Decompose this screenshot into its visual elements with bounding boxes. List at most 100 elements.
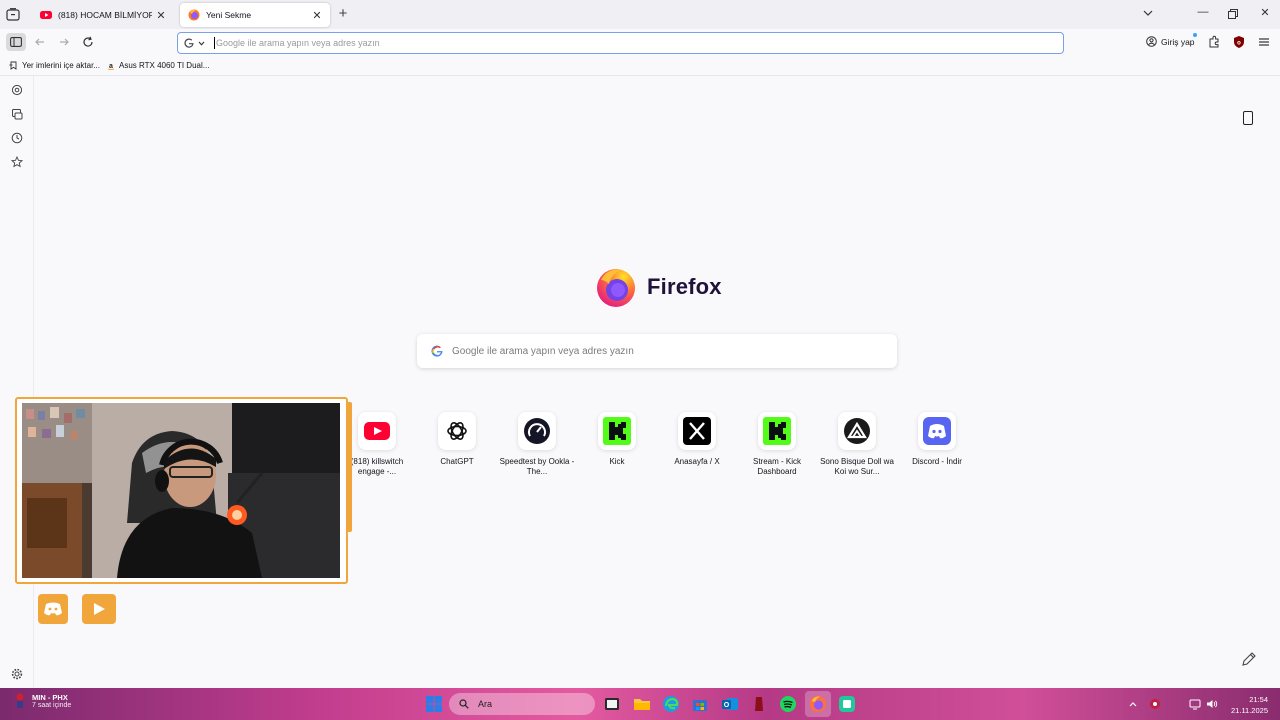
shortcut-tile[interactable]: Anasayfa / X: [657, 412, 737, 467]
ublock-shield-icon[interactable]: o: [1232, 35, 1246, 49]
nav-bar: Giriş yap o: [0, 29, 1280, 56]
webcam-feed: [22, 403, 340, 578]
taskbar-clock[interactable]: 21:54 21.11.2025: [1226, 694, 1268, 716]
spotify-icon[interactable]: [779, 695, 797, 713]
extensions-icon[interactable]: [1207, 35, 1221, 49]
sidebar-toggle-button[interactable]: [6, 33, 26, 51]
discord-icon: [38, 594, 68, 624]
tab-new-tab[interactable]: Yeni Sekme ✕: [180, 3, 330, 27]
tab-list-icon[interactable]: [6, 8, 20, 21]
anime-icon: [844, 418, 870, 444]
task-view-icon[interactable]: [603, 695, 621, 713]
google-icon: [184, 38, 194, 48]
shortcut-label: ChatGPT: [440, 457, 474, 466]
amazon-icon: a: [107, 63, 115, 70]
import-icon: [9, 61, 17, 70]
widget-subtitle: 7 saat içinde: [32, 702, 72, 709]
kick-icon: [763, 417, 791, 445]
chevron-up-icon[interactable]: [1127, 698, 1139, 710]
app-red-icon[interactable]: [750, 695, 768, 713]
shortcut-tile[interactable]: Speedtest by Ookla - The...: [497, 412, 577, 477]
firefox-icon: [188, 9, 200, 21]
text-cursor: [214, 37, 215, 49]
chatgpt-icon: [447, 422, 467, 440]
taskbar-search[interactable]: Ara: [449, 693, 595, 715]
forward-button[interactable]: [56, 34, 72, 50]
network-icon[interactable]: [1189, 698, 1201, 710]
shortcut-tile[interactable]: Discord - İndir: [897, 412, 977, 467]
bookmarks-star-icon[interactable]: [11, 156, 23, 168]
mobile-icon[interactable]: [1243, 111, 1253, 125]
x-icon: [683, 417, 711, 445]
volume-icon[interactable]: [1206, 698, 1218, 710]
firefox-logo: Firefox: [595, 266, 722, 308]
new-tab-button[interactable]: +: [336, 5, 350, 22]
url-bar[interactable]: [177, 32, 1064, 54]
firefox-icon: [597, 269, 635, 307]
svg-text:a: a: [109, 63, 113, 70]
windows-start-icon[interactable]: [425, 695, 443, 713]
file-explorer-icon[interactable]: [633, 695, 651, 713]
bookmark-label: Yer imlerini içe aktar...: [22, 61, 100, 70]
menu-icon[interactable]: [1257, 35, 1271, 49]
synced-tabs-icon[interactable]: [11, 108, 23, 120]
edge-icon[interactable]: [662, 695, 680, 713]
search-icon: [459, 699, 469, 709]
firefox-icon[interactable]: [809, 695, 827, 713]
chevron-down-icon[interactable]: [1142, 7, 1154, 19]
pencil-icon[interactable]: [1240, 650, 1258, 668]
newtab-search[interactable]: Google ile arama yapın veya adres yazın: [417, 334, 897, 368]
taskbar-widget[interactable]: MIN - PHX 7 saat içinde: [14, 693, 71, 709]
webcam-accent: [346, 402, 352, 532]
notification-dot: [1193, 33, 1197, 37]
shortcut-tile[interactable]: Kick: [577, 412, 657, 467]
bookmarks-bar: Yer imlerini içe aktar... a Asus RTX 406…: [0, 56, 1280, 76]
close-icon[interactable]: ✕: [312, 9, 322, 22]
store-icon[interactable]: [691, 695, 709, 713]
speedtest-icon: [524, 418, 550, 444]
webcam-image: [22, 403, 340, 578]
url-input[interactable]: [216, 38, 1036, 48]
google-icon: [431, 345, 443, 357]
ai-chatbot-icon[interactable]: [11, 84, 23, 96]
taskbar-search-label: Ara: [478, 699, 493, 709]
shortcut-tile[interactable]: Stream - Kick Dashboard: [737, 412, 817, 477]
account-icon: [1146, 36, 1157, 47]
back-button[interactable]: [32, 34, 48, 50]
signin-label: Giriş yap: [1161, 36, 1195, 47]
tab-youtube[interactable]: (818) HOCAM BİLMİYORUM Dİ ✕: [32, 3, 174, 27]
discord-taskbar-icon[interactable]: [838, 695, 856, 713]
signin-button[interactable]: Giriş yap: [1146, 33, 1197, 47]
reload-button[interactable]: [80, 34, 96, 50]
newtab-page: Firefox Google ile arama yapın veya adre…: [34, 76, 1280, 688]
history-icon[interactable]: [11, 132, 23, 144]
arrow-left-icon: [35, 38, 44, 46]
gear-icon[interactable]: [11, 668, 23, 680]
svg-text:O: O: [724, 702, 730, 709]
youtube-icon: [364, 422, 390, 440]
search-engine-button[interactable]: [178, 33, 210, 53]
widget-title: MIN - PHX: [32, 693, 68, 702]
search-placeholder: Google ile arama yapın veya adres yazın: [452, 345, 634, 357]
tray-app-icon[interactable]: [1149, 698, 1161, 710]
arrow-right-icon: [60, 38, 69, 46]
shortcut-label: Discord - İndir: [912, 457, 962, 466]
tab-title: (818) HOCAM BİLMİYORUM Dİ: [58, 10, 152, 20]
stream-social-icons: [38, 594, 116, 624]
minimize-button[interactable]: —: [1196, 6, 1210, 18]
bookmark-asus[interactable]: a Asus RTX 4060 TI Dual...: [107, 61, 209, 70]
shortcut-tile[interactable]: ChatGPT: [417, 412, 497, 467]
shortcut-tile[interactable]: Sono Bisque Doll wa Koi wo Sur...: [817, 412, 897, 477]
bookmark-import[interactable]: Yer imlerini içe aktar...: [9, 61, 100, 70]
sidebar: [0, 76, 34, 688]
outlook-icon[interactable]: O: [721, 695, 739, 713]
window-close-button[interactable]: ✕: [1258, 6, 1272, 19]
shortcut-label: Anasayfa / X: [674, 457, 720, 466]
shortcut-label: Sono Bisque Doll wa Koi wo Sur...: [820, 457, 894, 476]
close-icon[interactable]: ✕: [156, 9, 166, 22]
kick-icon: [603, 417, 631, 445]
shortcut-label: Kick: [609, 457, 625, 466]
restore-button[interactable]: [1228, 9, 1238, 19]
sports-icon: [16, 693, 24, 708]
tab-title: Yeni Sekme: [206, 10, 252, 20]
